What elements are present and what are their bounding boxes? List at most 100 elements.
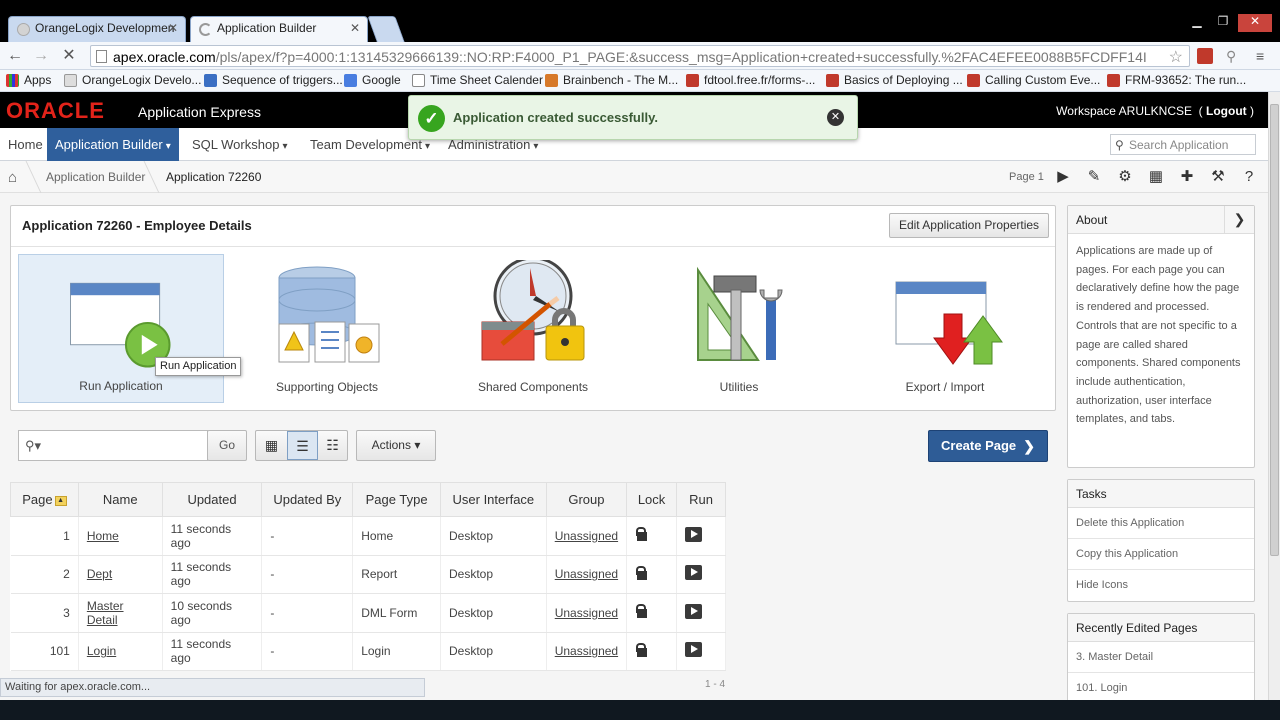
nav-home[interactable]: Home: [0, 128, 51, 161]
bookmark-item[interactable]: Google: [344, 73, 401, 87]
recently-edited-header: Recently Edited Pages: [1068, 614, 1254, 642]
group-link[interactable]: Unassigned: [555, 606, 618, 620]
browser-tab[interactable]: OrangeLogix Developmen ✕: [8, 16, 186, 42]
page-name-link[interactable]: Home: [87, 529, 119, 543]
back-icon[interactable]: ←: [4, 46, 26, 66]
unlock-icon[interactable]: [635, 642, 649, 657]
tab-close-icon[interactable]: ✕: [350, 21, 360, 35]
help-icon[interactable]: ?: [1239, 167, 1259, 187]
bookmark-item[interactable]: Time Sheet Calender: [412, 73, 543, 87]
bookmark-item[interactable]: Brainbench - The M...: [545, 73, 678, 87]
column-header-group[interactable]: Group: [545, 482, 628, 517]
column-header-name[interactable]: Name: [77, 482, 163, 517]
bookmark-item[interactable]: Sequence of triggers...: [204, 73, 343, 87]
address-bar[interactable]: apex.oracle.com/pls/apex/f?p=4000:1:1314…: [90, 45, 1190, 67]
bookmark-star-icon[interactable]: ☆: [1169, 47, 1183, 66]
run-page-icon[interactable]: [685, 642, 703, 658]
comment-icon[interactable]: ✚: [1177, 167, 1197, 187]
run-application-tile[interactable]: Run Application: [18, 254, 224, 403]
browser-tab-active[interactable]: Application Builder ✕: [190, 16, 368, 42]
search-extension-icon[interactable]: ⚲: [1226, 48, 1242, 64]
run-page-icon[interactable]: [685, 603, 703, 619]
bookmark-apps[interactable]: Apps: [6, 73, 51, 87]
column-header-page-type[interactable]: Page Type: [352, 482, 441, 517]
icon-view-button[interactable]: ▦: [256, 431, 287, 460]
cell-page: 3: [10, 593, 79, 633]
view-toggle-group: ▦ ☰ ☷: [255, 430, 348, 461]
table-row: 3 Master Detail 10 seconds ago - DML For…: [10, 593, 726, 633]
actions-menu-button[interactable]: Actions ▾: [356, 430, 436, 461]
tasks-panel: Tasks Delete this Application Copy this …: [1067, 479, 1255, 602]
scrollbar-thumb[interactable]: [1270, 104, 1279, 556]
breadcrumb: ⌂ Application Builder Application 72260 …: [0, 161, 1268, 193]
column-header-lock[interactable]: Lock: [626, 482, 678, 517]
run-page-icon[interactable]: ▶: [1053, 167, 1073, 187]
nav-application-builder[interactable]: Application Builder ▾: [47, 128, 179, 161]
search-icon: ⚲▾: [25, 438, 42, 453]
utilities-tile[interactable]: Utilities: [636, 254, 842, 403]
bookmark-item[interactable]: fdtool.free.fr/forms-...: [686, 73, 815, 87]
tab-title: Application Builder: [217, 21, 317, 35]
extension-icon[interactable]: [1197, 48, 1213, 64]
workspace-label: Workspace ARULKNCSE: [1056, 104, 1192, 118]
bookmark-item[interactable]: Calling Custom Eve...: [967, 73, 1100, 87]
grid-icon[interactable]: ▦: [1146, 167, 1166, 187]
run-page-icon[interactable]: [685, 526, 703, 542]
forward-icon[interactable]: →: [30, 46, 52, 66]
unlock-icon[interactable]: [635, 527, 649, 542]
wrench-icon[interactable]: ⚒: [1208, 167, 1228, 187]
page-search-input[interactable]: ⚲▾: [18, 430, 208, 461]
bookmarks-bar: Apps OrangeLogix Develo... Sequence of t…: [0, 70, 1280, 92]
group-link[interactable]: Unassigned: [555, 529, 618, 543]
column-header-user-interface[interactable]: User Interface: [439, 482, 547, 517]
hide-icons-link[interactable]: Hide Icons: [1068, 570, 1254, 601]
window-close-button[interactable]: ✕: [1238, 14, 1272, 32]
tab-close-icon[interactable]: ✕: [168, 21, 178, 35]
breadcrumb-application-builder[interactable]: Application Builder: [46, 170, 145, 184]
go-button[interactable]: Go: [207, 430, 247, 461]
recent-page-link[interactable]: 3. Master Detail: [1068, 642, 1254, 673]
home-icon[interactable]: ⌂: [8, 169, 17, 186]
delete-application-link[interactable]: Delete this Application: [1068, 508, 1254, 539]
group-link[interactable]: Unassigned: [555, 644, 618, 658]
unlock-icon[interactable]: [635, 565, 649, 580]
bookmark-item[interactable]: OrangeLogix Develo...: [64, 73, 201, 87]
menu-icon[interactable]: ≡: [1256, 48, 1272, 64]
create-page-button[interactable]: Create Page ❯: [928, 430, 1048, 462]
page-name-link[interactable]: Master Detail: [87, 599, 124, 627]
column-header-page[interactable]: Page ▲: [10, 482, 79, 517]
new-tab-button[interactable]: [367, 16, 405, 42]
stop-icon[interactable]: ✕: [58, 46, 80, 66]
nav-sql-workshop[interactable]: SQL Workshop ▾: [184, 128, 295, 161]
detail-view-button[interactable]: ☷: [317, 431, 348, 460]
page-name-link[interactable]: Dept: [87, 567, 112, 581]
column-header-run[interactable]: Run: [676, 482, 726, 517]
column-header-updated-by[interactable]: Updated By: [261, 482, 354, 517]
edit-page-icon[interactable]: ✎: [1084, 167, 1104, 187]
group-link[interactable]: Unassigned: [555, 567, 618, 581]
gear-icon[interactable]: ⚙: [1115, 167, 1135, 187]
report-view-button[interactable]: ☰: [287, 431, 318, 460]
cell-page: 2: [10, 555, 79, 594]
edit-application-properties-button[interactable]: Edit Application Properties: [889, 213, 1049, 238]
minimize-button[interactable]: ▁: [1186, 14, 1208, 32]
chevron-down-icon: ▾: [165, 141, 171, 152]
chevron-down-icon: ▾: [533, 141, 539, 152]
chevron-right-icon[interactable]: ❯: [1224, 206, 1254, 233]
column-header-updated[interactable]: Updated: [161, 482, 263, 517]
bookmark-item[interactable]: FRM-93652: The run...: [1107, 73, 1246, 87]
apps-grid-icon: [6, 74, 19, 87]
export-import-tile[interactable]: Export / Import: [842, 254, 1048, 403]
copy-application-link[interactable]: Copy this Application: [1068, 539, 1254, 570]
logout-link[interactable]: Logout: [1206, 104, 1247, 118]
unlock-icon[interactable]: [635, 604, 649, 619]
run-page-icon[interactable]: [685, 565, 703, 581]
search-application-input[interactable]: ⚲ Search Application: [1110, 134, 1256, 155]
close-icon[interactable]: ✕: [827, 109, 844, 126]
page-name-link[interactable]: Login: [87, 644, 116, 658]
restore-button[interactable]: ❐: [1212, 14, 1234, 32]
page-scrollbar[interactable]: [1268, 92, 1280, 700]
shared-components-tile[interactable]: Shared Components: [430, 254, 636, 403]
bookmark-item[interactable]: Basics of Deploying ...: [826, 73, 963, 87]
supporting-objects-tile[interactable]: Supporting Objects: [224, 254, 430, 403]
